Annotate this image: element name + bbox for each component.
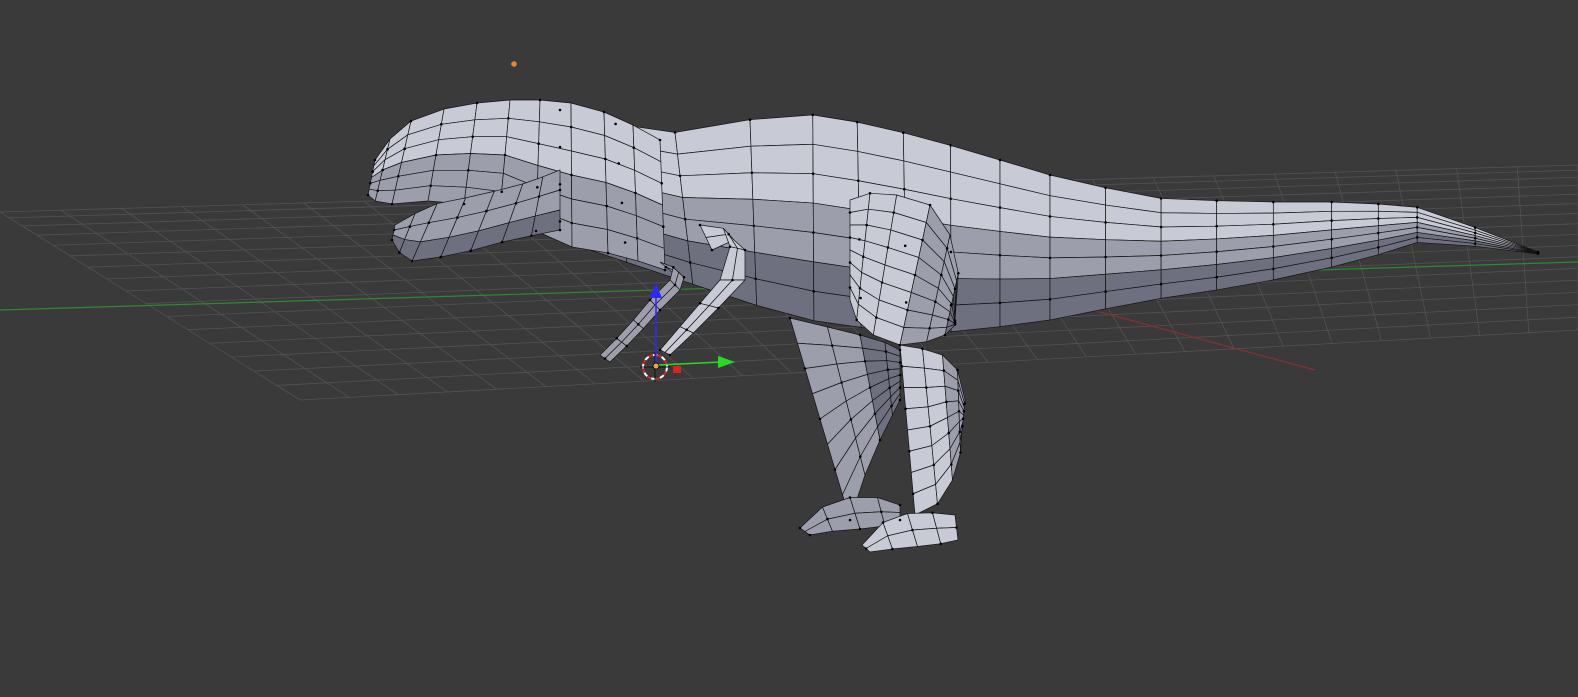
- 3d-viewport[interactable]: [0, 0, 1578, 697]
- dinosaur-mesh[interactable]: [366, 98, 1540, 553]
- viewport-canvas[interactable]: [0, 0, 1578, 697]
- mesh-faces: [367, 99, 1539, 553]
- lamp-icon[interactable]: [511, 61, 517, 67]
- object-origin-icon[interactable]: [652, 362, 660, 370]
